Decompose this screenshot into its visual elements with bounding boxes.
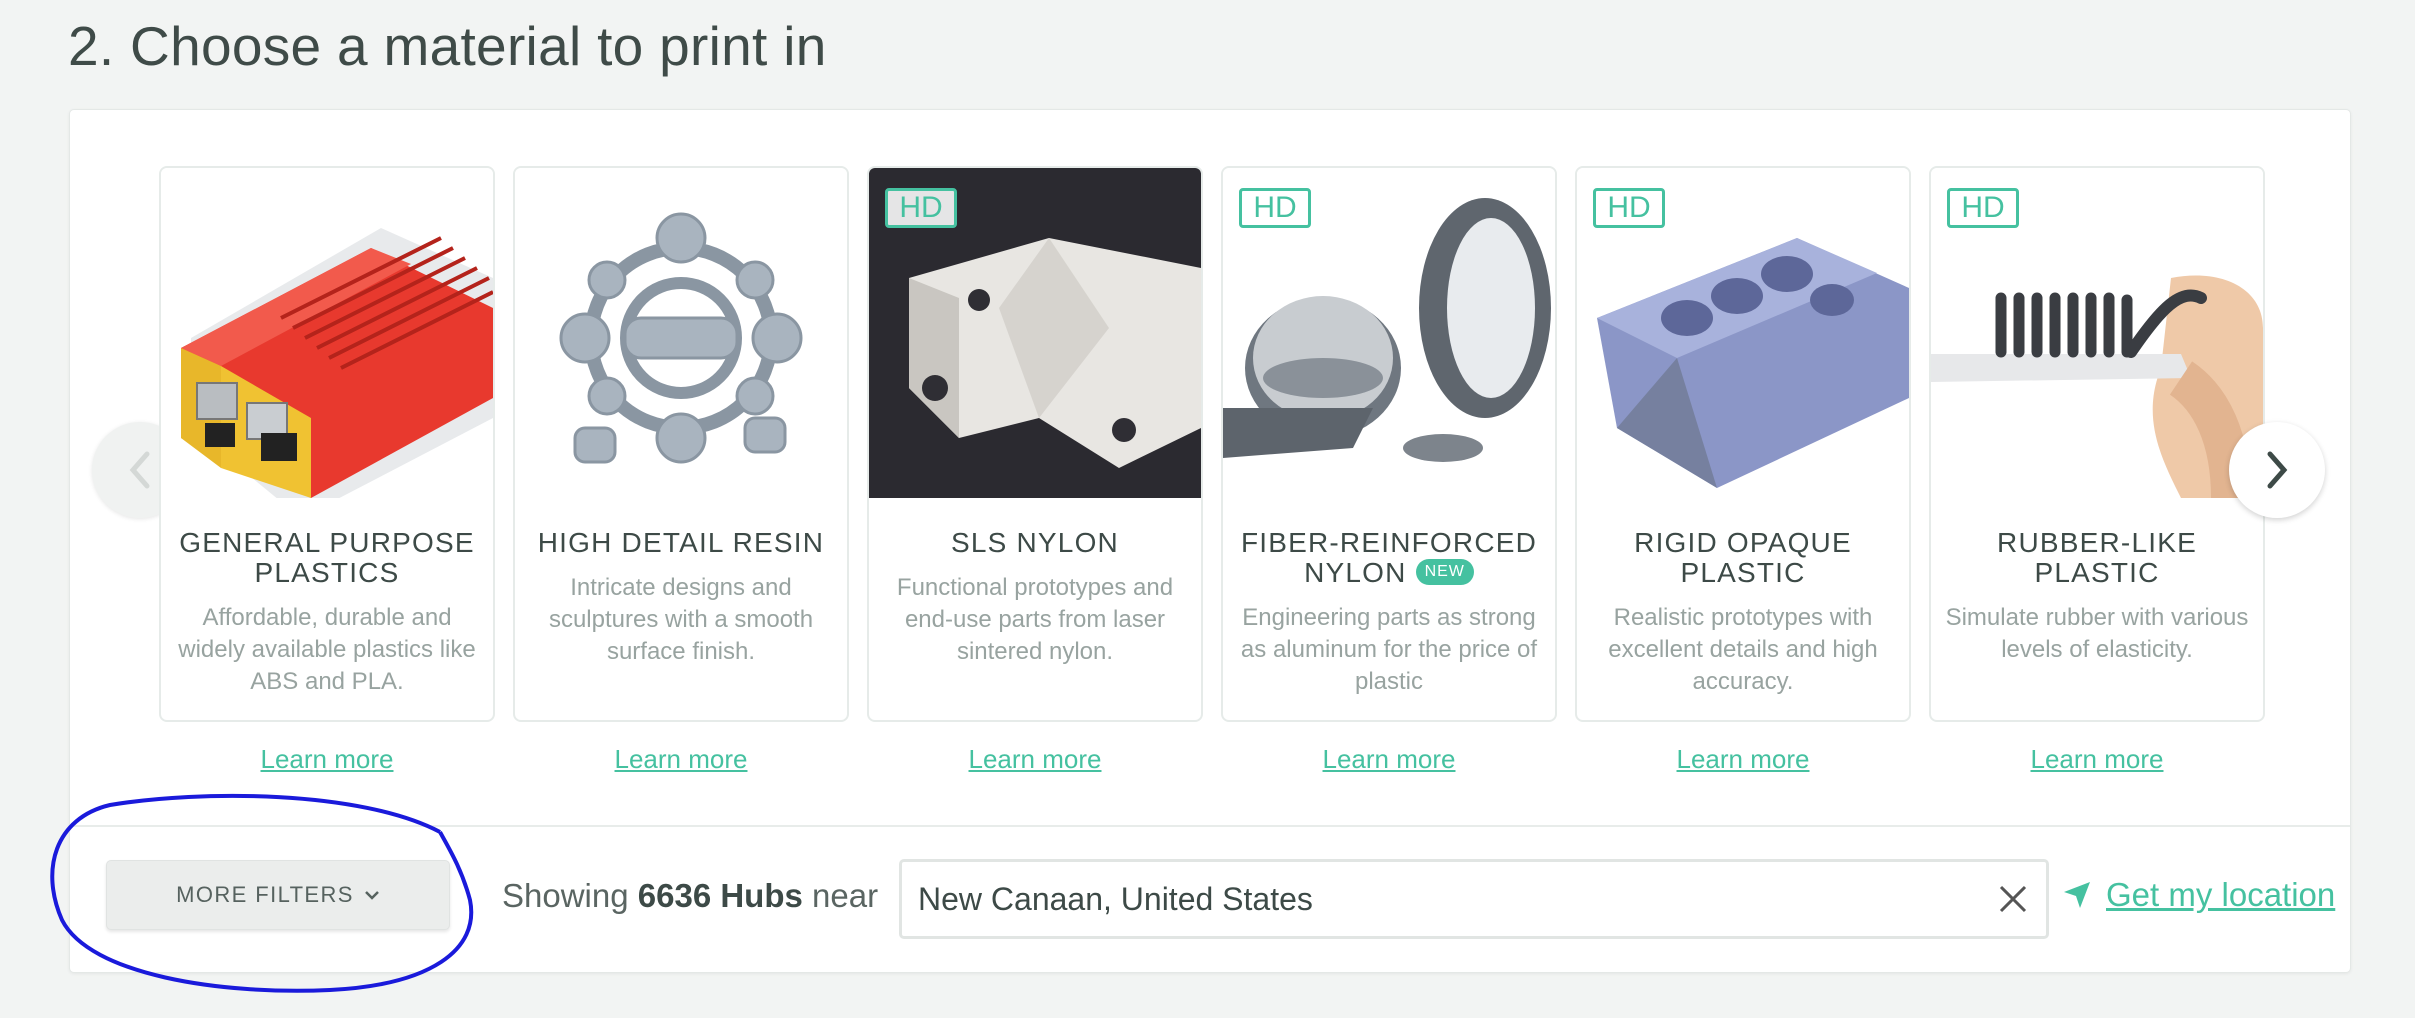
learn-more-link[interactable]: Learn more <box>1221 744 1557 775</box>
chevron-down-icon <box>364 891 379 900</box>
card-description: Functional prototypes and end-use parts … <box>896 574 1174 665</box>
fiber-nylon-parts-image: HD <box>1223 168 1555 498</box>
red-plastic-case-image <box>161 168 493 498</box>
card-title: RIGID OPAQUE PLASTIC <box>1634 527 1852 588</box>
card-body[interactable]: HD RIGID OPAQUE PLASTIC Realistic protot… <box>1575 166 1911 722</box>
get-location-label: Get my location <box>2106 876 2336 913</box>
learn-more-link[interactable]: Learn more <box>1929 744 2265 775</box>
resin-gear-sculpture-image <box>515 168 847 498</box>
rubber-brush-image: HD <box>1931 168 2263 498</box>
card-title: GENERAL PURPOSE PLASTICS <box>179 527 475 588</box>
panel-divider <box>70 825 2350 827</box>
engine-block-image: HD <box>1577 168 1909 498</box>
more-filters-button[interactable]: MORE FILTERS <box>106 860 450 930</box>
card-description: Intricate designs and sculptures with a … <box>548 574 814 665</box>
card-title: FIBER-REINFORCED NYLON NEW <box>1235 528 1543 588</box>
card-title: HIGH DETAIL RESIN <box>537 527 825 558</box>
hd-badge: HD <box>1239 188 1311 228</box>
card-title: SLS NYLON <box>951 527 1119 558</box>
more-filters-label: MORE FILTERS <box>176 882 354 907</box>
white-nylon-bracket-image: HD <box>869 168 1201 498</box>
get-location-link[interactable]: Get my location <box>2062 876 2335 914</box>
material-card-fiber-reinforced-nylon[interactable]: HD FIBER-REINFORCED NYLON NEW Engineerin… <box>1221 166 1557 775</box>
card-title-text: FIBER-REINFORCED NYLON <box>1240 527 1538 588</box>
close-icon[interactable] <box>1996 882 2030 916</box>
hd-badge: HD <box>885 188 957 228</box>
card-body[interactable]: GENERAL PURPOSE PLASTICS Affordable, dur… <box>159 166 495 722</box>
location-input[interactable]: New Canaan, United States <box>899 859 2049 939</box>
material-card-high-detail-resin[interactable]: HIGH DETAIL RESIN Intricate designs and … <box>513 166 849 775</box>
hd-badge: HD <box>1947 188 2019 228</box>
carousel-next-button[interactable] <box>2229 422 2325 518</box>
material-card-general-purpose[interactable]: GENERAL PURPOSE PLASTICS Affordable, dur… <box>159 166 495 775</box>
card-description: Affordable, durable and widely available… <box>178 604 476 695</box>
card-description: Simulate rubber with various levels of e… <box>1945 604 2249 663</box>
card-body[interactable]: HIGH DETAIL RESIN Intricate designs and … <box>513 166 849 722</box>
learn-more-link[interactable]: Learn more <box>1575 744 1911 775</box>
learn-more-link[interactable]: Learn more <box>513 744 849 775</box>
hub-count: 6636 Hubs <box>637 877 803 914</box>
chevron-right-icon <box>2267 451 2288 489</box>
card-body[interactable]: HD FIBER-REINFORCED NYLON NEW Engineerin… <box>1221 166 1557 722</box>
card-title: RUBBER-LIKE PLASTIC <box>1997 527 2197 588</box>
location-value: New Canaan, United States <box>918 880 1313 917</box>
hd-badge: HD <box>1593 188 1665 228</box>
learn-more-link[interactable]: Learn more <box>867 744 1203 775</box>
showing-suffix: near <box>812 877 879 914</box>
showing-prefix: Showing <box>502 877 629 914</box>
material-panel: GENERAL PURPOSE PLASTICS Affordable, dur… <box>69 109 2351 973</box>
material-card-rubber-like-plastic[interactable]: HD RUBBER-LIKE PLASTIC Simulate rubber w… <box>1929 166 2265 775</box>
card-description: Engineering parts as strong as aluminum … <box>1240 604 1538 695</box>
learn-more-link[interactable]: Learn more <box>159 744 495 775</box>
new-badge: NEW <box>1415 558 1474 585</box>
chevron-left-icon <box>129 451 150 489</box>
material-carousel: GENERAL PURPOSE PLASTICS Affordable, dur… <box>70 110 2350 825</box>
material-card-sls-nylon[interactable]: HD SLS NYLON Functional prototypes and e… <box>867 166 1203 775</box>
card-body[interactable]: HD SLS NYLON Functional prototypes and e… <box>867 166 1203 722</box>
card-body[interactable]: HD RUBBER-LIKE PLASTIC Simulate rubber w… <box>1929 166 2265 722</box>
card-description: Realistic prototypes with excellent deta… <box>1608 604 1878 695</box>
section-title: 2. Choose a material to print in <box>68 15 827 77</box>
hub-count-text: Showing 6636 Hubs near <box>502 877 878 915</box>
location-arrow-icon <box>2064 882 2090 908</box>
material-card-rigid-opaque-plastic[interactable]: HD RIGID OPAQUE PLASTIC Realistic protot… <box>1575 166 1911 775</box>
